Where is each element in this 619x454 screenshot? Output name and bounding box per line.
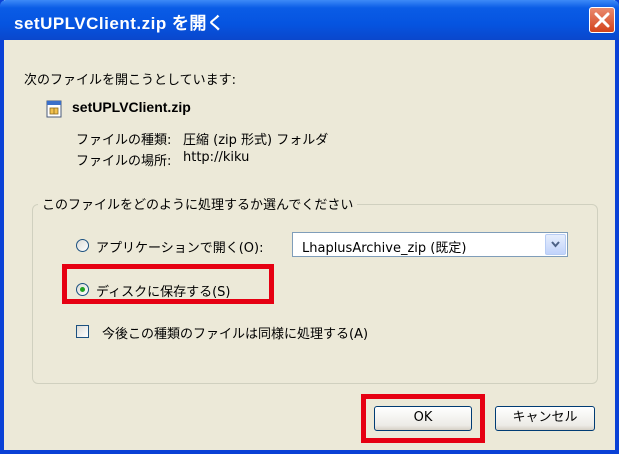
intro-text: 次のファイルを開こうとしています: [24, 73, 236, 88]
close-icon [594, 12, 610, 28]
open-with-radio[interactable] [76, 239, 89, 252]
dropdown-button[interactable] [545, 234, 566, 255]
file-name: setUPLVClient.zip [72, 99, 191, 115]
file-location-value: http://kiku [183, 150, 250, 165]
file-type-value: 圧縮 (zip 形式) フォルダ [183, 133, 329, 148]
file-type-label: ファイルの種類: [76, 133, 172, 148]
application-select-value: LhaplusArchive_zip (既定) [302, 241, 467, 256]
window-title: setUPLVClient.zip を開く [14, 14, 225, 33]
save-to-disk-highlight [62, 264, 274, 304]
action-group-legend: このファイルをどのように処理するか選んでください [38, 194, 358, 213]
open-with-label[interactable]: アプリケーションで開く(O): [96, 237, 264, 256]
file-location-label: ファイルの場所: [76, 154, 172, 169]
zip-file-icon [46, 100, 62, 118]
remember-checkbox[interactable] [76, 325, 89, 338]
application-select[interactable]: LhaplusArchive_zip (既定) [292, 232, 568, 257]
remember-label[interactable]: 今後この種類のファイルは同様に処理する(A) [102, 323, 368, 342]
ok-highlight [361, 394, 485, 443]
chevron-down-icon [551, 241, 560, 248]
close-button[interactable] [589, 7, 615, 33]
cancel-button[interactable]: キャンセル [495, 406, 595, 431]
title-bar[interactable]: setUPLVClient.zip を開く [0, 0, 619, 40]
